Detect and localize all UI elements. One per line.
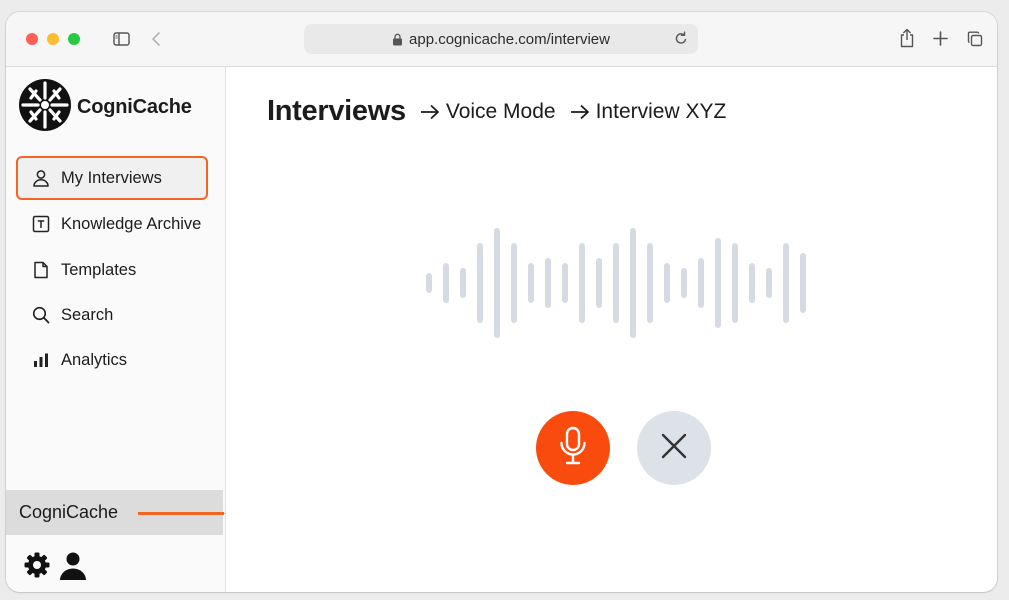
sidebar-item-label: Knowledge Archive	[61, 214, 202, 233]
logo[interactable]: CogniCache	[18, 78, 192, 137]
browser-window: app.cognicache.com/interview CogniCache …	[6, 12, 997, 592]
tabs-overview-icon[interactable]	[966, 30, 983, 47]
waveform-bar	[766, 268, 772, 298]
waveform-bar	[477, 243, 483, 323]
waveform-bar	[800, 253, 806, 313]
reload-icon[interactable]	[674, 31, 688, 50]
main-content: Interviews Voice Mode Interview XYZ	[226, 67, 997, 592]
logo-text: CogniCache	[77, 96, 192, 118]
zoom-window-button[interactable]	[68, 33, 80, 45]
page-title[interactable]: Interviews	[267, 95, 406, 128]
waveform-bar	[460, 268, 466, 298]
coach-label: CogniCache	[19, 502, 119, 522]
end-interview-button[interactable]	[637, 411, 711, 485]
arrow-right-icon	[570, 104, 590, 120]
breadcrumb-interview: Interview XYZ	[595, 99, 727, 123]
waveform-bar	[630, 228, 636, 338]
browser-titlebar: app.cognicache.com/interview	[6, 12, 997, 67]
sidebar-item-label: My Interviews	[61, 168, 162, 187]
waveform-bar	[562, 263, 568, 303]
waveform-bar	[749, 263, 755, 303]
archive-icon	[31, 215, 50, 234]
breadcrumb: Interviews Voice Mode Interview XYZ	[267, 95, 726, 128]
waveform-bar	[681, 268, 687, 298]
share-icon[interactable]	[898, 27, 916, 49]
sidebar-toggle-icon[interactable]	[112, 30, 130, 48]
coach-indicator-line	[138, 512, 224, 515]
waveform-bar	[698, 258, 704, 308]
sidebar-item-my-interviews[interactable]: My Interviews	[16, 156, 208, 200]
breadcrumb-voice-mode[interactable]: Voice Mode	[446, 100, 556, 124]
user-icon[interactable]	[58, 551, 88, 586]
url-text: app.cognicache.com/interview	[409, 30, 610, 48]
settings-icon[interactable]	[23, 551, 51, 584]
arrow-right-icon	[420, 104, 440, 120]
close-window-button[interactable]	[26, 33, 38, 45]
waveform-bar	[613, 243, 619, 323]
person-icon	[31, 169, 50, 188]
sidebar: CogniCache My Interviews Knowledge Archi…	[6, 67, 236, 592]
analytics-icon	[31, 351, 50, 370]
waveform-bar	[511, 243, 517, 323]
waveform-bar	[579, 243, 585, 323]
waveform-bar	[596, 258, 602, 308]
microphone-button[interactable]	[536, 411, 610, 485]
waveform-bar	[647, 243, 653, 323]
search-icon	[31, 306, 50, 325]
microphone-icon	[558, 426, 588, 471]
close-icon	[661, 433, 687, 464]
sidebar-item-label: Templates	[61, 260, 137, 279]
back-icon[interactable]	[149, 30, 163, 48]
sidebar-item-knowledge-archive[interactable]: Knowledge Archive	[16, 202, 208, 246]
audio-waveform	[426, 227, 806, 339]
waveform-bar	[545, 258, 551, 308]
sidebar-item-label: Analytics	[61, 350, 128, 369]
document-icon	[31, 261, 50, 280]
sidebar-item-analytics[interactable]: Analytics	[16, 338, 208, 382]
sidebar-item-templates[interactable]: Templates	[16, 248, 208, 292]
lock-icon	[392, 33, 403, 46]
waveform-bar	[715, 237, 721, 329]
cognicache-logo-icon	[18, 78, 72, 137]
waveform-bar	[732, 243, 738, 323]
waveform-bar	[443, 263, 449, 303]
address-bar[interactable]: app.cognicache.com/interview	[304, 24, 698, 54]
waveform-bar	[528, 263, 534, 303]
waveform-bar	[664, 263, 670, 303]
waveform-bar	[426, 273, 432, 293]
sidebar-item-label: Search	[61, 305, 114, 324]
waveform-bar	[783, 243, 789, 323]
waveform-bar	[494, 228, 500, 338]
minimize-window-button[interactable]	[47, 33, 59, 45]
sidebar-item-search[interactable]: Search	[16, 293, 208, 337]
new-tab-icon[interactable]	[932, 30, 948, 46]
